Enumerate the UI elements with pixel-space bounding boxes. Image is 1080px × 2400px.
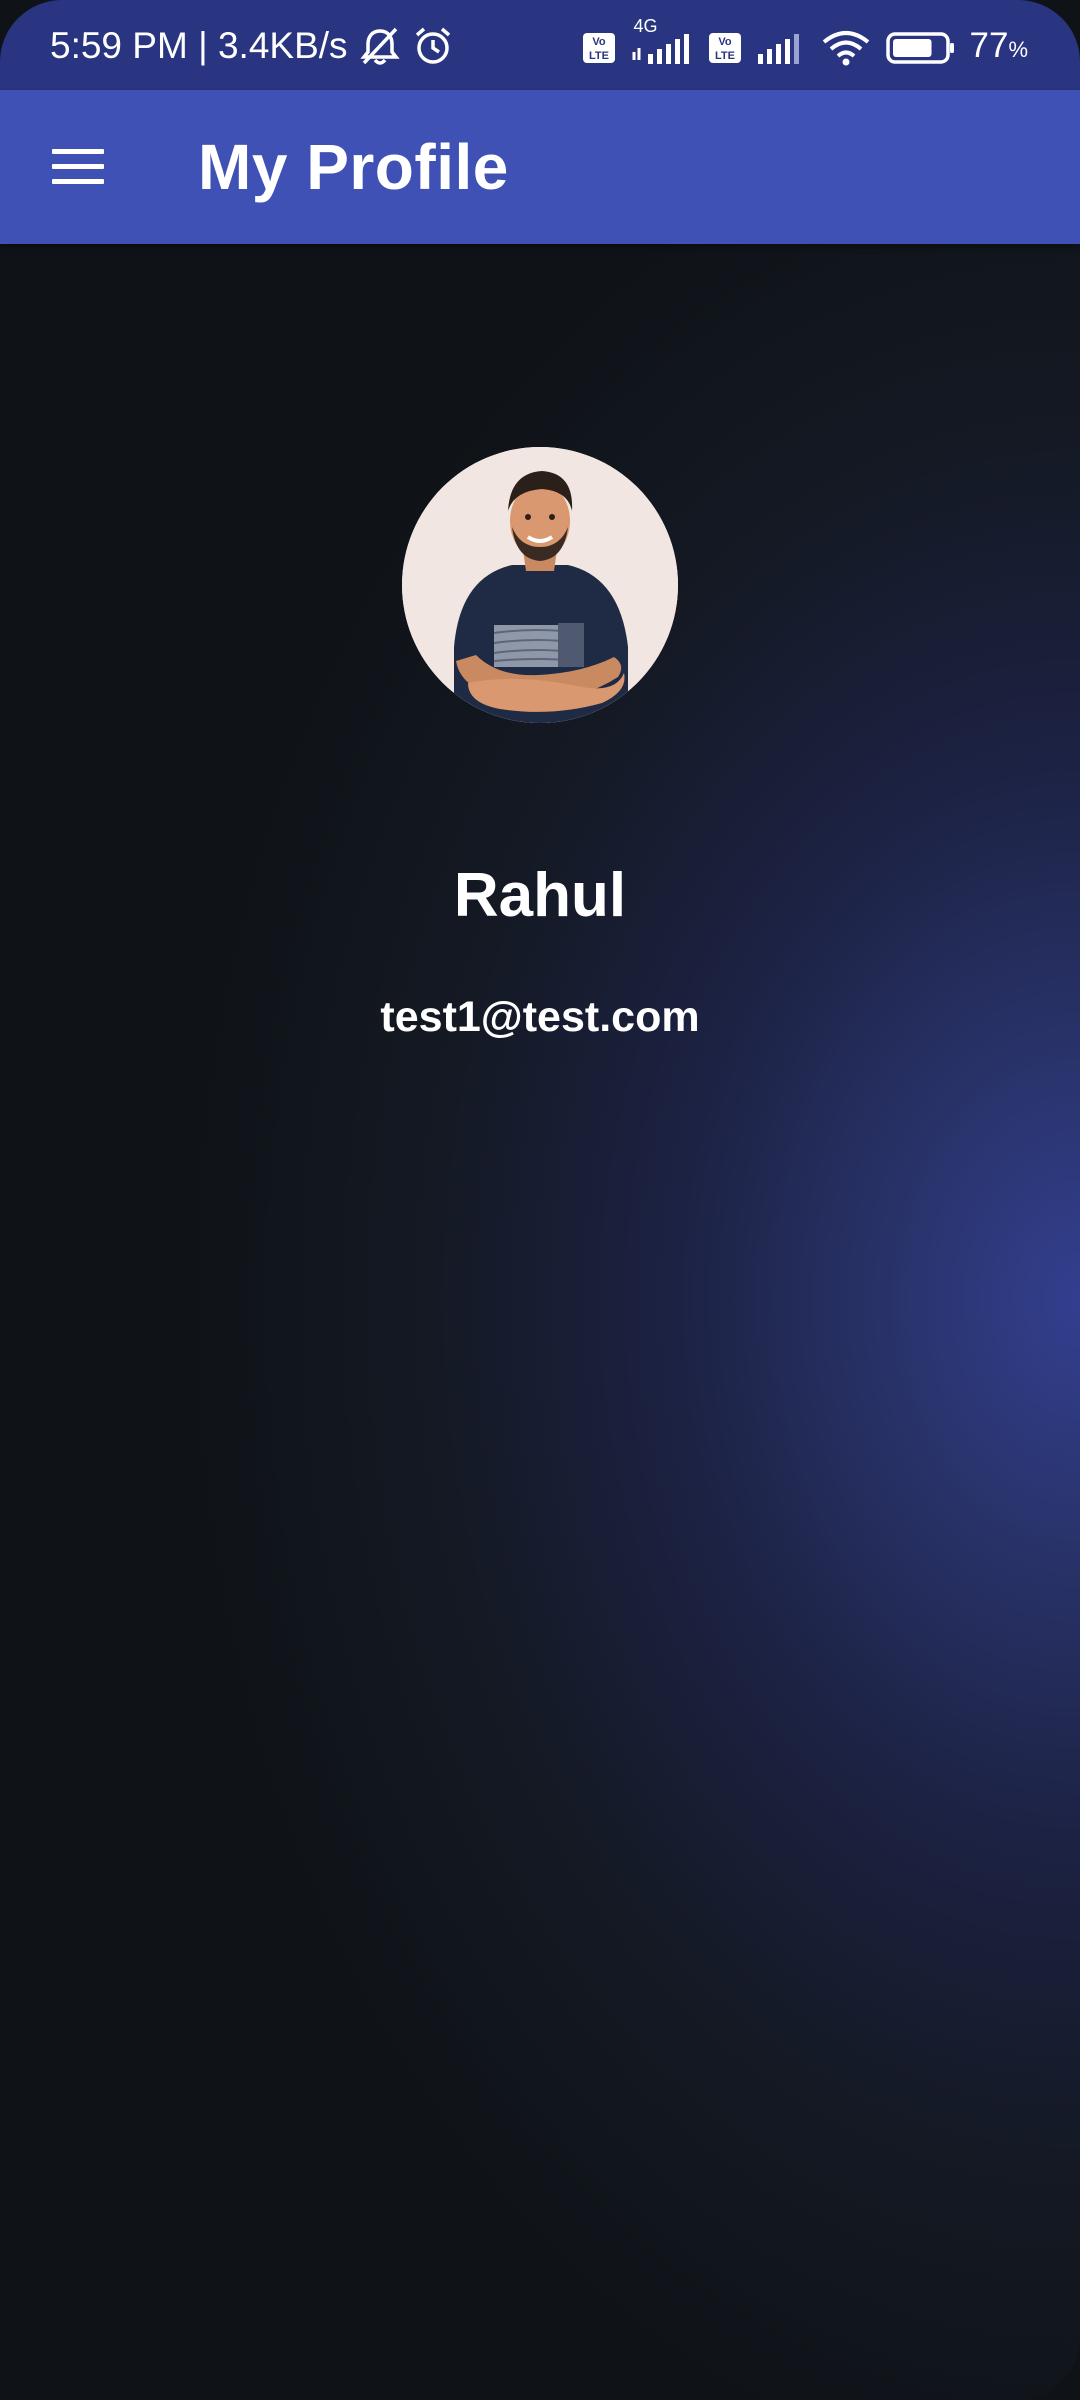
svg-text:LTE: LTE bbox=[589, 50, 609, 62]
profile-photo bbox=[402, 447, 678, 723]
network-type-label: 4G bbox=[633, 16, 658, 36]
profile-email: test1@test.com bbox=[380, 993, 700, 1041]
alarm-icon bbox=[412, 25, 454, 67]
battery-percent-unit: % bbox=[1008, 37, 1028, 62]
status-bar: 5:59 PM | 3.4KB/s Vo LTE 4G Vo LTE 77% bbox=[0, 0, 1080, 90]
app-bar: My Profile bbox=[0, 90, 1080, 244]
svg-text:LTE: LTE bbox=[715, 50, 735, 62]
profile-name: Rahul bbox=[453, 861, 627, 930]
avatar[interactable] bbox=[402, 447, 678, 723]
profile-screen: 5:59 PM | 3.4KB/s Vo LTE 4G Vo LTE 77% M… bbox=[0, 0, 1080, 2400]
svg-text:Vo: Vo bbox=[718, 36, 732, 48]
battery-percent: 77% bbox=[970, 24, 1029, 72]
svg-text:Vo: Vo bbox=[592, 36, 606, 48]
signal-4g-icon: 4G bbox=[630, 16, 694, 66]
volte-icon: Vo LTE bbox=[582, 32, 616, 64]
battery-percent-value: 77 bbox=[969, 26, 1009, 65]
battery-icon bbox=[885, 31, 956, 65]
battery-fill bbox=[892, 39, 931, 57]
status-left: 5:59 PM | 3.4KB/s bbox=[50, 24, 454, 68]
hamburger-menu-icon bbox=[52, 149, 104, 184]
menu-button[interactable] bbox=[30, 130, 126, 204]
wifi-icon bbox=[820, 28, 872, 68]
status-right: Vo LTE 4G Vo LTE 77% bbox=[582, 16, 1029, 72]
status-time-speed: 5:59 PM | 3.4KB/s bbox=[50, 25, 348, 66]
page-title: My Profile bbox=[198, 131, 509, 203]
signal-icon bbox=[756, 30, 806, 66]
volte-icon-2: Vo LTE bbox=[708, 32, 742, 64]
mute-icon bbox=[358, 25, 402, 67]
